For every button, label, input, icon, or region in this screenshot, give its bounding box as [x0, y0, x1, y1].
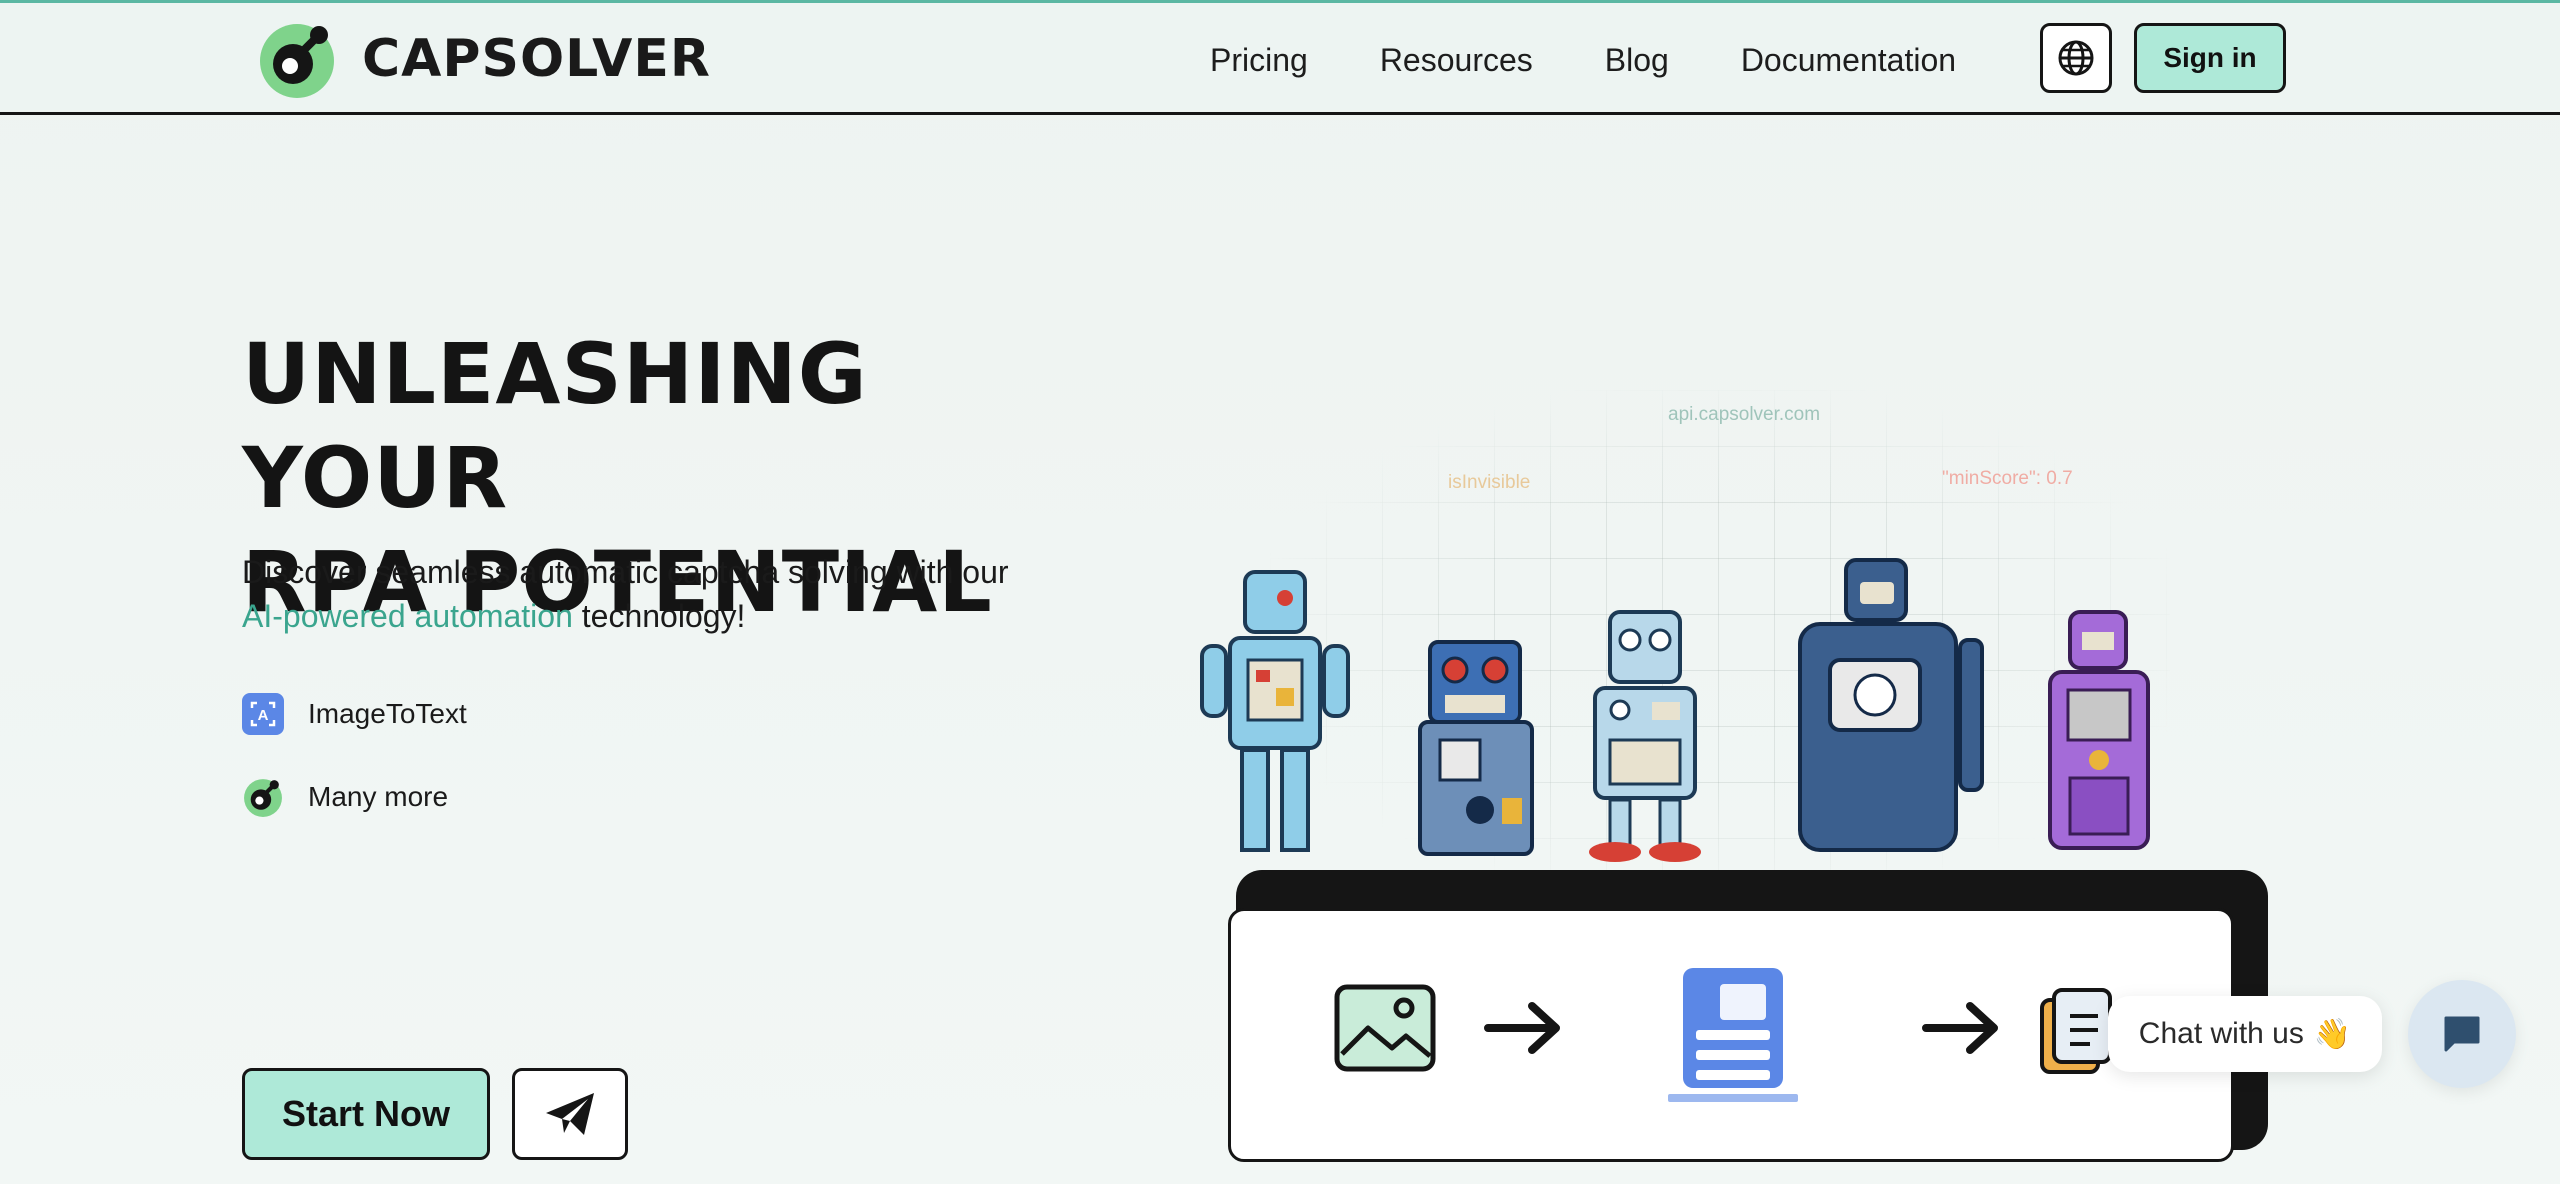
hero-title-line-1: UNLEASHING YOUR [242, 325, 868, 527]
start-now-button[interactable]: Start Now [242, 1068, 490, 1160]
hero-desc-part-2: technology! [572, 598, 746, 634]
nav-pricing[interactable]: Pricing [1210, 42, 1308, 79]
sign-in-button[interactable]: Sign in [2134, 23, 2286, 93]
main-nav: Pricing Resources Blog Documentation [1210, 33, 1956, 87]
is-invisible-label: isInvisible [1448, 472, 1531, 493]
telegram-button[interactable] [512, 1068, 628, 1160]
document-icon [1668, 968, 1798, 1102]
robot-navy [1798, 558, 1984, 852]
chat-bubble-text: Chat with us [2138, 1017, 2304, 1050]
feature-label: Many more [308, 781, 449, 812]
nav-blog[interactable]: Blog [1605, 42, 1669, 79]
chat-with-us-bubble[interactable]: Chat with us 👋 [2108, 996, 2382, 1072]
capsolver-logo-icon [242, 776, 284, 818]
capsolver-logo-icon [260, 24, 334, 98]
feature-item-many-more[interactable]: Many more [242, 775, 448, 819]
chat-icon [2444, 1016, 2480, 1052]
hero-desc-part-1: Discover seamless automatic captcha solv… [242, 554, 1009, 590]
globe-icon [2058, 40, 2094, 76]
language-button[interactable] [2040, 23, 2112, 93]
nav-documentation[interactable]: Documentation [1741, 42, 1956, 79]
hero-desc-accent: AI-powered automation [242, 598, 573, 634]
image-icon [1334, 984, 1436, 1072]
robot-light-blue [1200, 570, 1350, 852]
hero-description: Discover seamless automatic captcha solv… [242, 550, 1142, 638]
brand-name: CAPSOLVER [362, 29, 711, 89]
paper-plane-icon [546, 1093, 594, 1135]
feature-item-image-to-text[interactable]: A ImageToText [242, 692, 467, 736]
nav-resources[interactable]: Resources [1380, 42, 1533, 79]
arrow-right-icon [1922, 1002, 1998, 1054]
api-label: api.capsolver.com [1668, 404, 1821, 425]
robot-purple [2048, 610, 2150, 850]
site-header: CAPSOLVER Pricing Resources Blog Documen… [0, 3, 2560, 115]
robots-illustration [1200, 558, 2150, 862]
robot-silver [1589, 610, 1701, 862]
svg-text:A: A [258, 707, 269, 724]
robot-dark-blue [1418, 640, 1534, 856]
files-icon [2040, 988, 2112, 1074]
wave-emoji-icon: 👋 [2313, 1017, 2352, 1051]
feature-label: ImageToText [308, 698, 467, 729]
min-score-label: "minScore": 0.7 [1942, 468, 2073, 489]
image-to-text-icon: A [242, 693, 284, 735]
chat-launcher-button[interactable] [2408, 980, 2516, 1088]
arrow-right-icon [1484, 1002, 1560, 1054]
brand-logo[interactable]: CAPSOLVER [256, 19, 711, 99]
